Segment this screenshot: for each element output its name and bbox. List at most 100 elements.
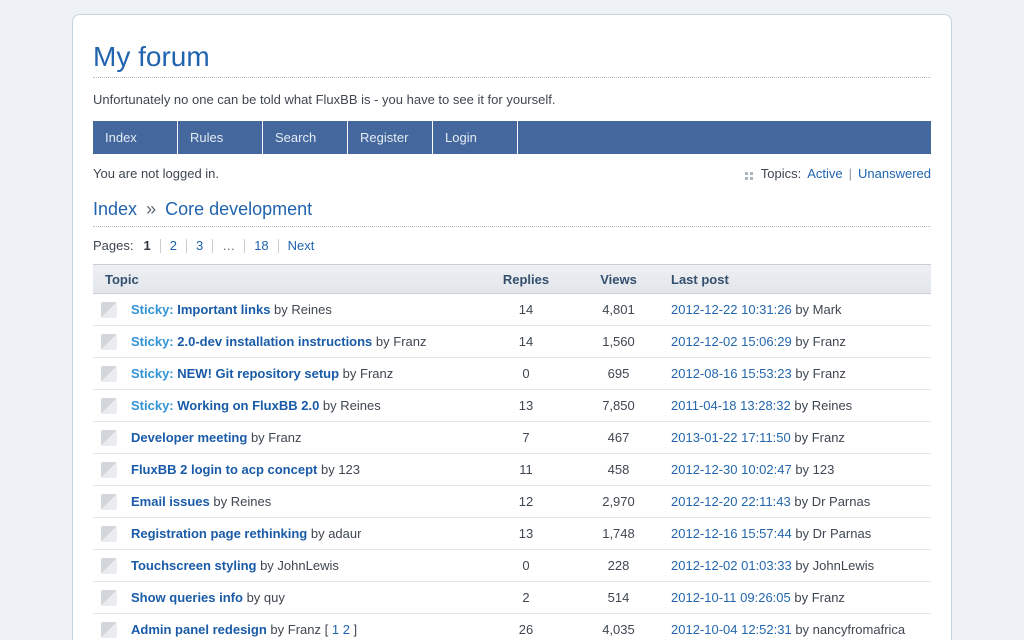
last-post-date-link[interactable]: 2013-01-22 17:11:50: [671, 430, 791, 445]
views-count: 4,801: [571, 302, 666, 317]
topic-title-link[interactable]: Admin panel redesign: [131, 622, 267, 637]
last-post-date-link[interactable]: 2012-12-22 10:31:26: [671, 302, 792, 317]
topic-status-icon: [101, 494, 117, 510]
topics-label: Topics:: [761, 166, 801, 181]
breadcrumb-current-forum-link[interactable]: Core development: [165, 199, 312, 219]
table-row: Admin panel redesign by Franz [ 1 2 ]264…: [93, 614, 931, 640]
page-current: 1: [143, 238, 159, 253]
last-post-cell: 2012-10-11 09:26:05 by Franz: [666, 590, 931, 605]
last-post-cell: 2013-01-22 17:11:50 by Franz: [666, 430, 931, 445]
topic-text: Email issues by Reines: [131, 494, 271, 509]
topic-byline: by Reines: [210, 494, 271, 509]
last-post-date-link[interactable]: 2012-10-11 09:26:05: [671, 590, 791, 605]
status-row: You are not logged in. Topics: Active | …: [93, 166, 931, 181]
login-status-text: You are not logged in.: [93, 166, 219, 181]
last-post-author: by Franz: [791, 590, 845, 605]
nav-item-search[interactable]: Search: [263, 121, 347, 154]
topic-byline: by Franz: [247, 430, 301, 445]
topic-byline: by Reines: [270, 302, 331, 317]
replies-count: 13: [481, 398, 571, 413]
last-post-date-link[interactable]: 2012-12-16 15:57:44: [671, 526, 792, 541]
topic-title-link[interactable]: Email issues: [131, 494, 210, 509]
page-18-link[interactable]: 18: [245, 238, 277, 253]
topic-byline: by JohnLewis: [256, 558, 338, 573]
topic-cell: FluxBB 2 login to acp concept by 123: [93, 462, 481, 478]
breadcrumb-separator: »: [142, 199, 160, 219]
topic-status-icon: [101, 398, 117, 414]
table-row: Email issues by Reines122,9702012-12-20 …: [93, 486, 931, 518]
topic-title-link[interactable]: NEW! Git repository setup: [177, 366, 339, 381]
topic-title-link[interactable]: Developer meeting: [131, 430, 247, 445]
page-2-link[interactable]: 2: [161, 238, 186, 253]
views-count: 695: [571, 366, 666, 381]
breadcrumb-divider: [93, 226, 931, 227]
main-nav: Index Rules Search Register Login: [93, 121, 931, 154]
topic-byline: by 123: [317, 462, 360, 477]
page-ellipsis: …: [213, 238, 244, 253]
header-views: Views: [571, 272, 666, 287]
topic-page-link[interactable]: 1: [332, 622, 339, 637]
topic-title-link[interactable]: Working on FluxBB 2.0: [177, 398, 319, 413]
table-row: FluxBB 2 login to acp concept by 1231145…: [93, 454, 931, 486]
table-row: Registration page rethinking by adaur131…: [93, 518, 931, 550]
topic-cell: Sticky: Working on FluxBB 2.0 by Reines: [93, 398, 481, 414]
views-count: 1,748: [571, 526, 666, 541]
last-post-author: by Mark: [792, 302, 842, 317]
topic-cell: Developer meeting by Franz: [93, 430, 481, 446]
topic-status-icon: [101, 334, 117, 350]
topic-text: Show queries info by quy: [131, 590, 285, 605]
last-post-date-link[interactable]: 2012-12-02 15:06:29: [671, 334, 792, 349]
topic-pages-bracket-open: [: [321, 622, 332, 637]
topic-title-link[interactable]: Touchscreen styling: [131, 558, 256, 573]
last-post-author: by Franz: [791, 430, 845, 445]
header-last-post: Last post: [666, 272, 931, 287]
topic-title-link[interactable]: Show queries info: [131, 590, 243, 605]
replies-count: 14: [481, 302, 571, 317]
topic-text: Sticky: 2.0-dev installation instruction…: [131, 334, 426, 349]
last-post-author: by JohnLewis: [792, 558, 874, 573]
topic-cell: Registration page rethinking by adaur: [93, 526, 481, 542]
topic-byline: by quy: [243, 590, 285, 605]
topic-title-link[interactable]: 2.0-dev installation instructions: [177, 334, 372, 349]
grid-icon: [745, 172, 748, 175]
last-post-cell: 2012-12-20 22:11:43 by Dr Parnas: [666, 494, 931, 509]
views-count: 467: [571, 430, 666, 445]
last-post-date-link[interactable]: 2011-04-18 13:28:32: [671, 398, 791, 413]
last-post-date-link[interactable]: 2012-12-02 01:03:33: [671, 558, 792, 573]
topic-text: Sticky: Important links by Reines: [131, 302, 332, 317]
sticky-label: Sticky:: [131, 366, 177, 381]
active-topics-link[interactable]: Active: [807, 166, 842, 181]
replies-count: 14: [481, 334, 571, 349]
nav-item-index[interactable]: Index: [93, 121, 177, 154]
nav-item-register[interactable]: Register: [348, 121, 432, 154]
nav-item-rules[interactable]: Rules: [178, 121, 262, 154]
last-post-date-link[interactable]: 2012-10-04 12:52:31: [671, 622, 792, 637]
last-post-date-link[interactable]: 2012-12-30 10:02:47: [671, 462, 792, 477]
topic-pages-bracket-close: ]: [350, 622, 357, 637]
last-post-date-link[interactable]: 2012-12-20 22:11:43: [671, 494, 791, 509]
topic-page-link[interactable]: 2: [343, 622, 350, 637]
topic-text: Admin panel redesign by Franz [ 1 2 ]: [131, 622, 357, 637]
last-post-cell: 2012-12-02 15:06:29 by Franz: [666, 334, 931, 349]
topic-title-link[interactable]: FluxBB 2 login to acp concept: [131, 462, 317, 477]
topic-title-link[interactable]: Registration page rethinking: [131, 526, 307, 541]
topic-title-link[interactable]: Important links: [177, 302, 270, 317]
topic-table: Topic Replies Views Last post Sticky: Im…: [93, 264, 931, 640]
sticky-label: Sticky:: [131, 334, 177, 349]
topic-cell: Show queries info by quy: [93, 590, 481, 606]
page-next-link[interactable]: Next: [279, 238, 324, 253]
unanswered-topics-link[interactable]: Unanswered: [858, 166, 931, 181]
last-post-cell: 2012-12-02 01:03:33 by JohnLewis: [666, 558, 931, 573]
topic-byline: by Franz: [372, 334, 426, 349]
page-3-link[interactable]: 3: [187, 238, 212, 253]
topic-text: Touchscreen styling by JohnLewis: [131, 558, 339, 573]
nav-item-login[interactable]: Login: [433, 121, 517, 154]
views-count: 458: [571, 462, 666, 477]
replies-count: 26: [481, 622, 571, 637]
sticky-label: Sticky:: [131, 398, 177, 413]
topic-cell: Sticky: Important links by Reines: [93, 302, 481, 318]
breadcrumb-index-link[interactable]: Index: [93, 199, 137, 219]
last-post-date-link[interactable]: 2012-08-16 15:53:23: [671, 366, 792, 381]
last-post-cell: 2012-12-30 10:02:47 by 123: [666, 462, 931, 477]
topic-text: Sticky: Working on FluxBB 2.0 by Reines: [131, 398, 381, 413]
